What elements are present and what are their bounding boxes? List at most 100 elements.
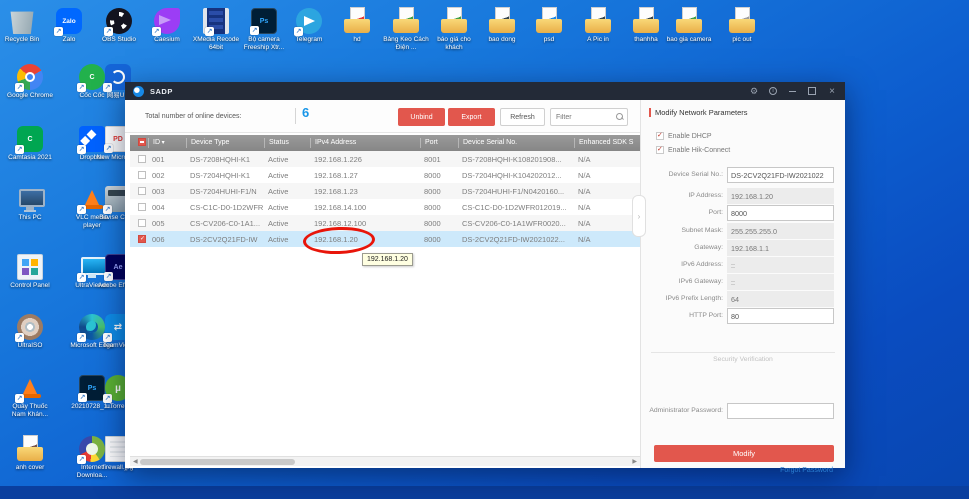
row-checkbox[interactable] — [138, 155, 146, 163]
desktop-icon-obs-studio[interactable]: OBS Studio — [94, 8, 144, 44]
divider — [651, 352, 835, 353]
desktop-icon-anh-cover[interactable]: anh cover — [5, 435, 55, 472]
table-header[interactable]: ID Device Type Status IPv4 Address Port … — [130, 135, 640, 151]
scroll-left-arrow-icon[interactable]: ◀ — [133, 458, 138, 466]
desktop-icon-bao-dong[interactable]: bao dong — [477, 7, 527, 44]
desktop-icon-psd[interactable]: psd — [524, 7, 574, 44]
desktop-icon-ultraiso[interactable]: UltraISO — [5, 314, 55, 350]
scrollbar-thumb[interactable] — [140, 459, 295, 465]
horizontal-scrollbar[interactable]: ◀ ▶ — [130, 456, 640, 466]
title-bar[interactable]: SADP — [125, 82, 845, 100]
desktop-icon-bang-keo[interactable]: Bảng Keo Cách Điện ... — [381, 7, 431, 52]
folder-icon — [17, 435, 43, 462]
divider — [295, 108, 296, 124]
device-count-label: Total number of online devices: — [145, 113, 242, 120]
maximize-button[interactable] — [807, 86, 817, 96]
header-port[interactable]: Port — [420, 138, 458, 148]
folder-icon — [729, 7, 755, 34]
shortcut-arrow-icon — [15, 394, 24, 403]
shortcut-arrow-icon — [152, 27, 161, 36]
field-ipv6-address: IPv6 Address: — [641, 257, 845, 273]
filter-box — [550, 108, 628, 126]
desktop-icon-caesium[interactable]: Caesium — [142, 8, 192, 44]
desktop-icon-xmedia-recode[interactable]: XMedia Recode 64bit — [191, 8, 241, 52]
desktop-icon-bao-gia-camera[interactable]: bao gia camera — [664, 7, 714, 44]
field-ipv6-gateway: IPv6 Gateway: — [641, 274, 845, 290]
shortcut-arrow-icon — [294, 27, 303, 36]
select-all-checkbox[interactable] — [138, 138, 146, 146]
header-id[interactable]: ID — [148, 138, 186, 148]
shortcut-arrow-icon — [250, 26, 259, 35]
modify-button[interactable]: Modify — [654, 445, 834, 462]
ipv6-gateway-input — [727, 274, 834, 290]
http-port-input[interactable] — [727, 308, 834, 324]
desktop-icon-bao-gia-cho-khach[interactable]: báo giá cho khách — [429, 7, 479, 52]
field-subnet-mask: Subnet Mask: — [641, 223, 845, 239]
desktop-icon-zalo[interactable]: ZaloZalo — [44, 8, 94, 44]
header-ipv4[interactable]: IPv4 Address — [310, 138, 420, 148]
scroll-right-arrow-icon[interactable]: ▶ — [632, 458, 637, 466]
shortcut-arrow-icon — [77, 273, 86, 282]
desktop-icon-hd[interactable]: hd — [332, 7, 382, 44]
table-row[interactable]: 005 CS-CV206-C0-1A1... Active 192.168.12… — [130, 215, 640, 231]
header-serial[interactable]: Device Serial No. — [458, 138, 574, 148]
desktop-icon-quay-thuoc[interactable]: Quầy Thuốc Nam Khán... — [5, 375, 55, 419]
enable-hik-connect-checkbox[interactable]: Enable Hik-Connect — [656, 145, 730, 154]
header-sdk[interactable]: Enhanced SDK S — [574, 138, 640, 148]
row-checkbox-checked[interactable] — [138, 235, 146, 243]
header-status[interactable]: Status — [264, 138, 310, 148]
search-icon — [616, 113, 623, 120]
table-row[interactable]: 004 CS-C1C-D0-1D2WFR Active 192.168.14.1… — [130, 199, 640, 215]
desktop-icon-control-panel[interactable]: Control Panel — [5, 254, 55, 290]
panel-collapse-tab[interactable]: › — [632, 195, 646, 237]
header-device-type[interactable]: Device Type — [186, 138, 264, 148]
modify-network-panel: Modify Network Parameters Enable DHCP En… — [640, 100, 845, 474]
settings-gear-icon[interactable] — [749, 86, 759, 96]
desktop-icon-recycle-bin[interactable]: Recycle Bin — [0, 8, 47, 44]
desktop-icon-pic-out[interactable]: pic out — [717, 7, 767, 44]
minimize-button[interactable] — [787, 86, 797, 96]
port-input[interactable] — [727, 205, 834, 221]
row-checkbox[interactable] — [138, 187, 146, 195]
shortcut-arrow-icon — [205, 27, 214, 36]
unbind-button[interactable]: Unbind — [398, 108, 445, 126]
info-icon[interactable] — [769, 87, 777, 95]
row-checkbox[interactable] — [138, 171, 146, 179]
folder-icon — [344, 7, 370, 34]
desktop-icon-bo-camera[interactable]: PsBộ camera Freeship Xtr... — [239, 8, 289, 52]
table-row[interactable]: 002 DS-7204HQHI-K1 Active 192.168.1.27 8… — [130, 167, 640, 183]
close-button[interactable] — [827, 86, 837, 96]
table-row-selected[interactable]: 006 DS-2CV2Q21FD-IW Active 192.168.1.20 … — [130, 231, 640, 247]
table-row[interactable]: 001 DS-7208HQHI-K1 Active 192.168.1.226 … — [130, 151, 640, 167]
computer-icon — [17, 186, 45, 212]
forgot-password-link[interactable]: Forgot Password — [780, 467, 833, 474]
shortcut-arrow-icon — [104, 144, 113, 153]
desktop-bottom-strip — [0, 486, 969, 499]
shortcut-arrow-icon — [15, 83, 24, 92]
security-verification-label: Security Verification — [713, 356, 773, 363]
folder-icon — [633, 7, 659, 34]
desktop-icon-camtasia[interactable]: CCamtasia 2021 — [5, 126, 55, 162]
table-row[interactable]: 003 DS-7204HUHI-F1/N Active 192.168.1.23… — [130, 183, 640, 199]
refresh-button[interactable]: Refresh — [500, 108, 545, 126]
device-serial-input[interactable] — [727, 167, 834, 183]
export-button[interactable]: Export — [448, 108, 495, 126]
shortcut-arrow-icon — [77, 205, 86, 214]
shortcut-arrow-icon — [77, 83, 86, 92]
recycle-bin-icon — [10, 11, 34, 34]
enable-dhcp-checkbox[interactable]: Enable DHCP — [656, 131, 712, 140]
desktop-icon-a-pic-in[interactable]: A Pic in — [573, 7, 623, 44]
shortcut-arrow-icon — [54, 27, 63, 36]
row-checkbox[interactable] — [138, 219, 146, 227]
checkbox-checked-icon — [656, 131, 664, 140]
folder-icon — [441, 7, 467, 34]
row-checkbox[interactable] — [138, 203, 146, 211]
ip-address-input — [727, 188, 834, 204]
admin-password-input[interactable] — [727, 403, 834, 419]
desktop-icon-this-pc[interactable]: This PC — [5, 186, 55, 222]
device-count: 6 — [302, 105, 310, 120]
desktop-icon-google-chrome[interactable]: Google Chrome — [5, 64, 55, 100]
desktop-icon-telegram[interactable]: Telegram — [284, 8, 334, 44]
shortcut-arrow-icon — [77, 333, 86, 342]
control-panel-icon — [17, 254, 43, 280]
